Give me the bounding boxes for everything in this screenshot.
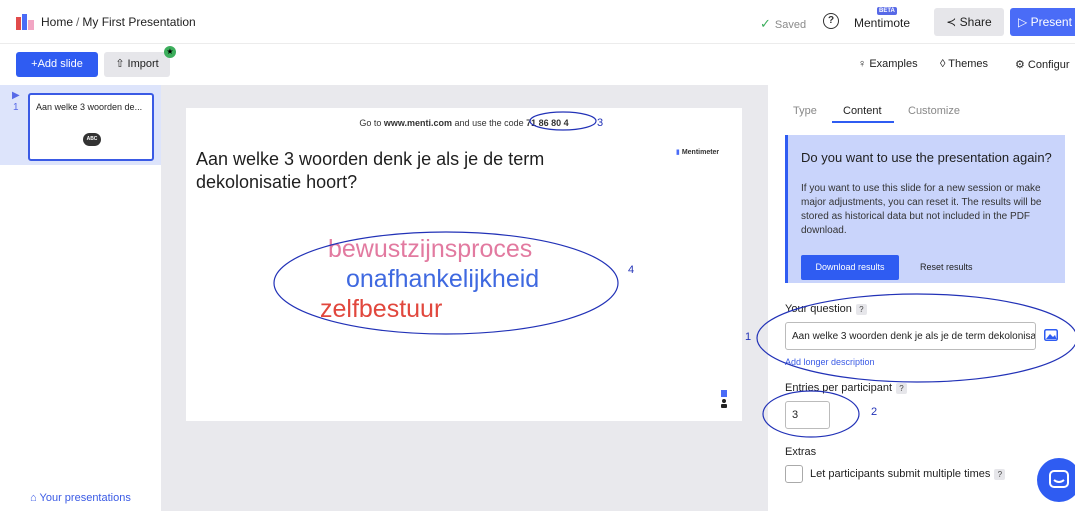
info-text: If you want to use this slide for a new … (801, 183, 1042, 236)
word-cloud-icon: ABC (83, 133, 101, 146)
play-icon: ▷ (1018, 15, 1031, 29)
participant-count-icon (721, 390, 727, 408)
annotation-number: 4 (628, 264, 635, 276)
beta-badge: BETA (877, 7, 897, 15)
chat-button[interactable] (1037, 458, 1075, 502)
add-slide-button[interactable]: +Add slide (16, 52, 98, 77)
voting-code: 71 86 80 4 (526, 118, 569, 128)
present-label: Present (1030, 15, 1072, 29)
extras-help-icon[interactable]: ? (994, 468, 1006, 480)
examples-label: Examples (869, 58, 918, 70)
bar-chart-icon: ▮ (676, 149, 680, 156)
import-button[interactable]: ⇧ Import (104, 52, 170, 77)
your-presentations-label: Your presentations (39, 492, 131, 504)
saved-label: Saved (774, 19, 807, 31)
annotation-number: 2 (871, 406, 878, 418)
share-button[interactable]: ≺ Share (934, 8, 1004, 36)
reset-info-box: Do you want to use the presentation agai… (785, 135, 1065, 283)
entries-label-text: Entries per participant (785, 382, 892, 394)
entries-help-icon[interactable]: ? (896, 382, 907, 394)
multiple-submit-text: Let participants submit multiple times (810, 468, 991, 480)
saved-status: ✓ Saved (760, 16, 806, 32)
editor-panel: Type Content Customize Do you want to us… (768, 85, 1075, 511)
breadcrumb: Home / My First Presentation (41, 15, 196, 29)
share-label: Share (959, 15, 992, 29)
slide-preview[interactable]: Go to www.menti.com and use the code 71 … (186, 108, 742, 421)
help-icon[interactable]: ? (823, 13, 839, 29)
slide-sidebar: ▶ 1 Aan welke 3 woorden de... ABC (0, 85, 161, 511)
themes-label: Themes (948, 58, 989, 70)
breadcrumb-separator: / (76, 15, 80, 29)
slide-list-item[interactable]: ▶ 1 Aan welke 3 woorden de... ABC (0, 85, 161, 165)
entries-label: Entries per participant? (785, 382, 907, 394)
goto-mid: and use the code (452, 118, 527, 128)
themes-button[interactable]: ◊ Themes (940, 58, 988, 70)
gear-icon: ⚙ (1015, 59, 1028, 71)
active-tab-indicator (832, 121, 894, 123)
word-cloud-word: bewustzijnsproces (328, 235, 533, 263)
share-icon: ≺ (946, 15, 960, 29)
word-cloud-word: onafhankelijkheid (346, 265, 540, 293)
breadcrumb-home[interactable]: Home (41, 15, 73, 29)
current-slide-icon: ▶ (12, 90, 20, 101)
extras-label: Extras (785, 446, 817, 458)
lightbulb-icon: ♀ (858, 58, 870, 70)
chat-icon (1049, 470, 1069, 488)
add-description-link[interactable]: Add longer description (785, 357, 875, 367)
entries-input[interactable] (785, 401, 830, 429)
mentimote-button[interactable]: Mentimote (854, 16, 910, 30)
question-label-text: Your question (785, 303, 852, 315)
top-bar: Home / My First Presentation ✓ Saved ? Ment… (0, 0, 1075, 44)
question-help-icon[interactable]: ? (855, 303, 867, 315)
multiple-submit-label: Let participants submit multiple times? (810, 468, 1006, 480)
slide-thumbnail[interactable]: Aan welke 3 woorden de... ABC (28, 93, 154, 161)
join-instructions: Go to www.menti.com and use the code 71 … (186, 118, 742, 128)
tab-type[interactable]: Type (793, 105, 817, 117)
mentimeter-brand: ▮ Mentimeter (676, 148, 719, 156)
goto-prefix: Go to (359, 118, 384, 128)
slide-number: 1 (13, 102, 19, 113)
slide-thumbnail-title: Aan welke 3 woorden de... (36, 102, 143, 112)
info-title: Do you want to use the presentation agai… (801, 150, 1052, 165)
multiple-submit-checkbox[interactable] (785, 465, 803, 483)
image-icon[interactable] (1044, 329, 1058, 341)
slide-question: Aan welke 3 woorden denk je als je de te… (196, 149, 545, 192)
question-input[interactable] (785, 322, 1036, 350)
add-slide-label: Add slide (37, 58, 83, 70)
import-label: Import (127, 58, 159, 70)
tab-content[interactable]: Content (843, 105, 882, 117)
question-label: Your question? (785, 303, 867, 315)
reset-results-button[interactable]: Reset results (920, 255, 973, 280)
download-results-button[interactable]: Download results (801, 255, 899, 280)
examples-button[interactable]: ♀ Examples (858, 58, 918, 70)
tab-customize[interactable]: Customize (908, 105, 960, 117)
configure-button[interactable]: ⚙ Configur (1015, 58, 1070, 71)
mentimeter-logo-icon[interactable] (16, 14, 34, 30)
configure-label: Configur (1027, 59, 1070, 71)
present-button[interactable]: ▷ Present (1010, 8, 1075, 36)
brand-label: Mentimeter (681, 149, 720, 156)
upload-icon: ⇧ (115, 58, 128, 70)
check-icon: ✓ (760, 16, 771, 31)
annotation-number: 1 (745, 331, 752, 343)
menti-url: www.menti.com (383, 118, 453, 128)
new-badge-icon: ★ (164, 46, 176, 58)
word-cloud-word: zelfbestuur (320, 295, 443, 323)
annotation-number: 3 (597, 117, 604, 129)
home-icon: ⌂ (30, 492, 40, 504)
presentation-title[interactable]: My First Presentation (82, 15, 195, 29)
your-presentations-link[interactable]: ⌂ Your presentations (30, 492, 131, 504)
